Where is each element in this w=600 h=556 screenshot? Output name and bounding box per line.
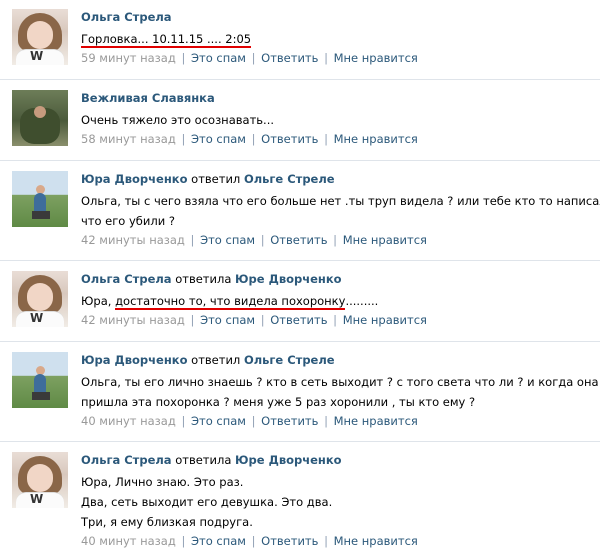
- comment-item: Юра Дворченко ответил Ольге Стреле Ольга…: [0, 162, 600, 261]
- reply-link[interactable]: Ответить: [261, 414, 318, 428]
- timestamp[interactable]: 42 минуты назад: [81, 233, 185, 247]
- reply-link[interactable]: Ответить: [261, 534, 318, 548]
- reply-link[interactable]: Ответить: [270, 233, 327, 247]
- comment-line: Три, я ему близкая подруга.: [81, 515, 253, 529]
- comment-meta: 40 минут назад | Это спам | Ответить | М…: [81, 414, 418, 428]
- timestamp[interactable]: 40 минут назад: [81, 414, 176, 428]
- timestamp[interactable]: 42 минуты назад: [81, 313, 185, 327]
- comment-item: Вежливая Славянка Очень тяжело это осозн…: [0, 81, 600, 161]
- reply-to-link[interactable]: Юре Дворченко: [235, 453, 342, 467]
- reply-verb: ответил: [191, 172, 241, 186]
- reply-verb: ответила: [175, 272, 232, 286]
- like-link[interactable]: Мне нравится: [334, 51, 418, 65]
- comment-line-prefix: Юра,: [81, 294, 116, 308]
- comment-meta: 59 минут назад | Это спам | Ответить | М…: [81, 51, 418, 65]
- reply-link[interactable]: Ответить: [261, 132, 318, 146]
- comment-text: Очень тяжело это осознавать...: [81, 110, 592, 130]
- spam-link[interactable]: Это спам: [191, 534, 246, 548]
- like-link[interactable]: Мне нравится: [334, 534, 418, 548]
- field-avatar[interactable]: [12, 171, 68, 227]
- comment-line: Ольга, ты его лично знаешь ? кто в сеть …: [81, 375, 599, 389]
- timestamp[interactable]: 58 минут назад: [81, 132, 176, 146]
- girl-avatar[interactable]: W: [12, 452, 68, 508]
- author-link[interactable]: Ольга Стрела: [81, 10, 172, 24]
- comment-thread: W Ольга Стрела Горловка... 10.11.15 ....…: [0, 0, 600, 556]
- like-link[interactable]: Мне нравится: [334, 414, 418, 428]
- comment-item: Юра Дворченко ответил Ольге Стреле Ольга…: [0, 343, 600, 442]
- comment-line-suffix: .........: [345, 294, 379, 308]
- reply-to-link[interactable]: Ольге Стреле: [244, 353, 335, 367]
- comment-meta: 42 минуты назад | Это спам | Ответить | …: [81, 313, 427, 327]
- comment-line: пришла эта похоронка ? меня уже 5 раз хо…: [81, 395, 476, 409]
- comment-item: W Ольга Стрела Горловка... 10.11.15 ....…: [0, 0, 600, 80]
- comment-line: Очень тяжело это осознавать...: [81, 113, 275, 127]
- like-link[interactable]: Мне нравится: [343, 233, 427, 247]
- author-link[interactable]: Вежливая Славянка: [81, 91, 215, 105]
- person-avatar[interactable]: [12, 90, 68, 146]
- girl-avatar[interactable]: W: [12, 9, 68, 65]
- author-link[interactable]: Ольга Стрела: [81, 453, 172, 467]
- girl-avatar[interactable]: W: [12, 271, 68, 327]
- spam-link[interactable]: Это спам: [191, 414, 246, 428]
- reply-verb: ответил: [191, 353, 241, 367]
- field-avatar[interactable]: [12, 352, 68, 408]
- author-link[interactable]: Юра Дворченко: [81, 353, 188, 367]
- comment-text: Юра, Лично знаю. Это раз. Два, сеть выхо…: [81, 472, 592, 532]
- spam-link[interactable]: Это спам: [200, 233, 255, 247]
- spam-link[interactable]: Это спам: [191, 51, 246, 65]
- comment-line: Ольга, ты с чего взяла что его больше не…: [81, 194, 600, 208]
- timestamp[interactable]: 40 минут назад: [81, 534, 176, 548]
- reply-to-link[interactable]: Ольге Стреле: [244, 172, 335, 186]
- reply-to-link[interactable]: Юре Дворченко: [235, 272, 342, 286]
- timestamp[interactable]: 59 минут назад: [81, 51, 176, 65]
- comment-text: Ольга, ты его лично знаешь ? кто в сеть …: [81, 372, 599, 412]
- reply-link[interactable]: Ответить: [270, 313, 327, 327]
- like-link[interactable]: Мне нравится: [334, 132, 418, 146]
- comment-line-underlined: достаточно то, что видела похоронку: [115, 294, 346, 310]
- author-link[interactable]: Ольга Стрела: [81, 272, 172, 286]
- spam-link[interactable]: Это спам: [191, 132, 246, 146]
- comment-text: Юра, достаточно то, что видела похоронку…: [81, 291, 592, 311]
- reply-verb: ответила: [175, 453, 232, 467]
- spam-link[interactable]: Это спам: [200, 313, 255, 327]
- comment-meta: 58 минут назад | Это спам | Ответить | М…: [81, 132, 418, 146]
- comment-line: Юра, Лично знаю. Это раз.: [81, 475, 244, 489]
- comment-item: W Ольга Стрела ответила Юре Дворченко Юр…: [0, 262, 600, 342]
- comment-line: Два, сеть выходит его девушка. Это два.: [81, 495, 333, 509]
- comment-meta: 42 минуты назад | Это спам | Ответить | …: [81, 233, 427, 247]
- comment-text: Горловка... 10.11.15 .... 2:05: [81, 29, 592, 49]
- like-link[interactable]: Мне нравится: [343, 313, 427, 327]
- comment-text: Ольга, ты с чего взяла что его больше не…: [81, 191, 600, 231]
- reply-link[interactable]: Ответить: [261, 51, 318, 65]
- author-link[interactable]: Юра Дворченко: [81, 172, 188, 186]
- comment-line: что его убили ?: [81, 214, 175, 228]
- comment-item: W Ольга Стрела ответила Юре Дворченко Юр…: [0, 443, 600, 556]
- comment-meta: 40 минут назад | Это спам | Ответить | М…: [81, 534, 418, 548]
- comment-line: Горловка... 10.11.15 .... 2:05: [81, 32, 252, 48]
